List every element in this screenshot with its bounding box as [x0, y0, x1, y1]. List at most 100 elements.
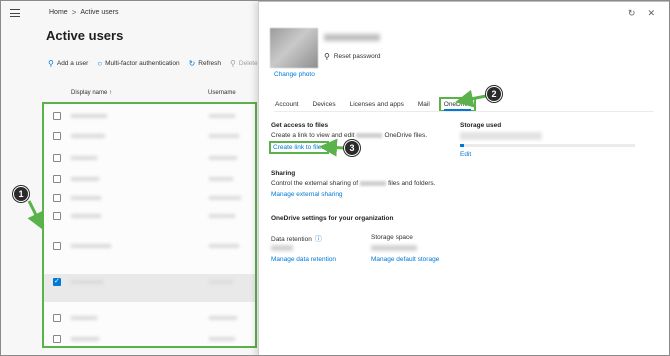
- get-access-desc-after: OneDrive files.: [384, 132, 428, 139]
- storage-amount-redacted: [460, 132, 542, 140]
- username-redacted: [209, 134, 239, 138]
- command-bar: ⚲ Add a user ○ Multi-factor authenticati…: [48, 59, 272, 68]
- username-redacted: [209, 214, 235, 218]
- user-name-redacted: [324, 34, 380, 41]
- storage-progress-fill: [460, 144, 464, 147]
- redacted-name: [356, 132, 383, 138]
- storage-progress-bar: [460, 144, 635, 147]
- display-name-redacted: [71, 244, 111, 248]
- page-title: Active users: [46, 28, 124, 43]
- row-checkbox[interactable]: [53, 314, 61, 322]
- username-redacted: [209, 244, 239, 248]
- panel-tabs: Account Devices Licenses and apps Mail O…: [274, 97, 477, 112]
- refresh-button[interactable]: ↻ Refresh: [189, 59, 221, 68]
- refresh-label: Refresh: [198, 60, 222, 67]
- row-checkbox[interactable]: [53, 277, 61, 286]
- tab-mail[interactable]: Mail: [417, 99, 431, 110]
- data-retention-label: Data retention: [271, 236, 312, 243]
- table-row[interactable]: [44, 190, 255, 208]
- get-access-description: Create a link to view and edit OneDrive f…: [271, 132, 427, 139]
- username-redacted: [209, 114, 235, 118]
- list-header: Display name ↑ Username: [48, 87, 253, 101]
- data-retention-label-row: Data retention ⓘ: [271, 234, 322, 244]
- add-user-label: Add a user: [56, 60, 89, 67]
- org-settings-title: OneDrive settings for your organization: [271, 215, 394, 222]
- tab-licenses-and-apps[interactable]: Licenses and apps: [349, 99, 405, 110]
- person-delete-icon: ⚲: [230, 59, 236, 68]
- storage-space-value-redacted: [371, 245, 417, 251]
- tab-account[interactable]: Account: [274, 99, 300, 110]
- table-row[interactable]: [44, 331, 255, 349]
- table-row[interactable]: [44, 171, 255, 189]
- display-name-redacted: [71, 280, 103, 284]
- hamburger-menu-icon[interactable]: [10, 9, 20, 17]
- sharing-desc-before: Control the external sharing of: [271, 180, 359, 187]
- get-access-desc-before: Create a link to view and edit: [271, 132, 355, 139]
- create-link-to-files-link[interactable]: Create link to files: [269, 141, 329, 154]
- table-row[interactable]: [44, 150, 255, 168]
- table-row[interactable]: [44, 128, 255, 146]
- tabs-divider: [274, 111, 654, 112]
- breadcrumb-home[interactable]: Home: [49, 9, 68, 16]
- row-checkbox[interactable]: [53, 154, 61, 162]
- display-name-redacted: [71, 337, 99, 341]
- column-username[interactable]: Username: [208, 90, 236, 96]
- table-row[interactable]: [44, 274, 255, 302]
- row-checkbox[interactable]: [53, 175, 61, 183]
- display-name-redacted: [71, 316, 97, 320]
- table-row[interactable]: [44, 108, 255, 126]
- row-checkbox[interactable]: [53, 112, 61, 120]
- username-redacted: [209, 177, 233, 181]
- breadcrumb-separator: >: [71, 8, 77, 17]
- mfa-label: Multi-factor authentication: [105, 60, 180, 67]
- sharing-title: Sharing: [271, 170, 296, 177]
- storage-space-label: Storage space: [371, 234, 413, 241]
- row-checkbox[interactable]: [53, 212, 61, 220]
- column-display-name[interactable]: Display name ↑: [71, 90, 112, 96]
- refresh-icon: ↻: [188, 59, 196, 68]
- display-name-redacted: [71, 114, 107, 118]
- user-details-panel: ↻ ✕ ⚲ Reset password Change photo Accoun…: [258, 1, 669, 355]
- row-checkbox[interactable]: [53, 194, 61, 202]
- breadcrumb: Home > Active users: [49, 8, 118, 17]
- app-window: Home > Active users Active users ⚲ Add a…: [0, 0, 670, 356]
- display-name-redacted: [71, 156, 97, 160]
- manage-data-retention-link[interactable]: Manage data retention: [271, 256, 336, 263]
- username-redacted: [209, 337, 235, 341]
- storage-used-title: Storage used: [460, 122, 502, 129]
- display-name-redacted: [71, 196, 101, 200]
- manage-default-storage-link[interactable]: Manage default storage: [371, 256, 439, 263]
- add-user-button[interactable]: ⚲ Add a user: [48, 59, 88, 68]
- redacted-name-2: [360, 180, 387, 186]
- callout-badge-3: 3: [344, 140, 360, 156]
- display-name-redacted: [71, 214, 101, 218]
- mfa-button[interactable]: ○ Multi-factor authentication: [97, 59, 179, 68]
- row-checkbox[interactable]: [53, 335, 61, 343]
- panel-window-controls: ↻ ✕: [628, 8, 655, 19]
- tab-devices[interactable]: Devices: [312, 99, 337, 110]
- callout-badge-2: 2: [486, 86, 502, 102]
- table-row[interactable]: [44, 310, 255, 328]
- row-checkbox[interactable]: [53, 132, 61, 140]
- change-photo-link[interactable]: Change photo: [274, 71, 315, 78]
- table-row[interactable]: [44, 208, 255, 226]
- lock-icon: ○: [97, 59, 103, 68]
- refresh-panel-icon[interactable]: ↻: [628, 8, 636, 19]
- tab-onedrive-label: OneDrive: [443, 101, 472, 111]
- get-access-title: Get access to files: [271, 122, 329, 129]
- reset-password-button[interactable]: ⚲ Reset password: [324, 52, 380, 61]
- row-checkbox[interactable]: [53, 242, 61, 250]
- callout-badge-1: 1: [13, 186, 29, 202]
- close-icon[interactable]: ✕: [647, 8, 655, 19]
- manage-external-sharing-link[interactable]: Manage external sharing: [271, 191, 343, 198]
- username-redacted: [209, 156, 237, 160]
- display-name-redacted: [71, 177, 99, 181]
- username-redacted: [209, 316, 237, 320]
- tab-onedrive[interactable]: OneDrive: [438, 97, 477, 112]
- display-name-redacted: [71, 134, 105, 138]
- reset-password-label: Reset password: [333, 53, 381, 60]
- username-redacted: [209, 280, 233, 284]
- storage-edit-link[interactable]: Edit: [460, 151, 471, 158]
- info-icon[interactable]: ⓘ: [315, 236, 322, 243]
- table-row[interactable]: [44, 238, 255, 256]
